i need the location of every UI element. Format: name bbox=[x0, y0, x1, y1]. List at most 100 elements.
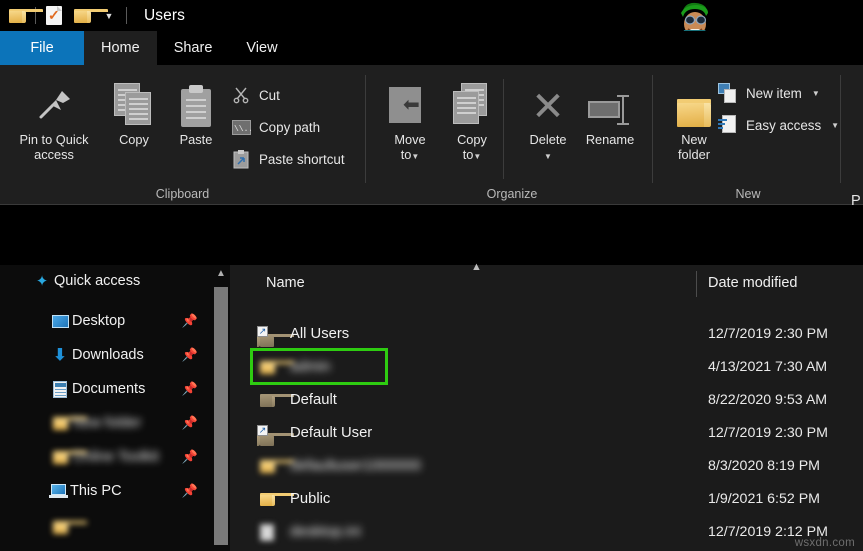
sidebar-item-downloads[interactable]: ⬇ Downloads 📌 bbox=[0, 339, 212, 371]
sidebar-item-partial[interactable] bbox=[0, 511, 212, 543]
sidebar-item-quick-access[interactable]: ✦ Quick access bbox=[0, 265, 212, 297]
sidebar-item-this-pc[interactable]: This PC 📌 bbox=[0, 475, 212, 507]
folder-icon bbox=[48, 417, 72, 430]
tab-share[interactable]: Share bbox=[157, 31, 230, 65]
column-divider[interactable] bbox=[696, 271, 697, 297]
ribbon-group-new: New folder New item ▼ Easy access ▼ New bbox=[656, 65, 840, 205]
table-row[interactable]: ↗ Default User 12/7/2019 2:30 PM bbox=[230, 416, 863, 450]
tab-file[interactable]: File bbox=[0, 31, 84, 65]
divider bbox=[365, 75, 366, 183]
file-name: desktop.ini bbox=[290, 524, 361, 540]
ribbon-group-label-new: New bbox=[656, 187, 840, 201]
file-explorer-window: ✓ ▼ Users File Home Share View bbox=[0, 0, 863, 551]
ribbon: Pin to Quick access bbox=[0, 65, 863, 205]
table-row[interactable]: defaultuser1000000 8/3/2020 8:19 PM bbox=[230, 449, 863, 483]
paste-shortcut-button[interactable]: Paste shortcut bbox=[231, 147, 345, 171]
sidebar-item-label: Documents bbox=[72, 381, 145, 397]
scissors-icon bbox=[231, 85, 251, 105]
document-icon bbox=[48, 381, 72, 398]
table-row[interactable]: ↗ All Users 12/7/2019 2:30 PM bbox=[230, 317, 863, 351]
new-item-label: New item bbox=[746, 86, 802, 101]
column-header-name[interactable]: Name bbox=[266, 275, 305, 291]
scrollbar-thumb[interactable] bbox=[214, 287, 228, 545]
paste-button[interactable]: Paste bbox=[158, 75, 234, 147]
copy-path-icon: \\.. bbox=[231, 117, 251, 137]
navigation-pane: ✦ Quick access Desktop 📌 ⬇ Downloads 📌 D… bbox=[0, 265, 212, 551]
file-name: Default bbox=[290, 392, 337, 408]
tab-home[interactable]: Home bbox=[84, 31, 157, 65]
sidebar-item-label: Desktop bbox=[72, 313, 125, 329]
ribbon-tab-bar: File Home Share View bbox=[0, 31, 863, 65]
folder-icon[interactable] bbox=[6, 5, 28, 27]
pin-icon[interactable]: 📌 bbox=[182, 313, 198, 329]
sidebar-item-redacted-1[interactable]: New folder 📌 bbox=[0, 407, 212, 439]
copy-path-button[interactable]: \\.. Copy path bbox=[231, 115, 320, 139]
address-bar: ← → ▾ ↑ ❯ This PC ❯ Local Disk (C:) ❯ Us… bbox=[0, 206, 863, 264]
ribbon-group-label-clipboard: Clipboard bbox=[0, 187, 365, 201]
divider bbox=[126, 7, 127, 24]
file-list-pane: ▲ Name Date modified ↗ All Users 12/7/20… bbox=[230, 265, 863, 551]
download-arrow-icon: ⬇ bbox=[48, 345, 72, 365]
pin-icon[interactable]: 📌 bbox=[182, 381, 198, 397]
new-folder-label-line1: New bbox=[681, 132, 707, 147]
computer-icon bbox=[46, 484, 70, 499]
file-name: All Users bbox=[290, 326, 349, 342]
delete-label: Delete bbox=[530, 132, 567, 147]
new-item-button[interactable]: New item ▼ bbox=[718, 81, 820, 105]
copy-path-label: Copy path bbox=[259, 120, 320, 135]
copy-to-label-line2: to bbox=[463, 147, 474, 162]
navigation-pane-scrollbar[interactable]: ▲ bbox=[212, 265, 230, 551]
svg-text:\\..: \\.. bbox=[234, 125, 251, 134]
divider bbox=[503, 79, 504, 179]
properties-icon[interactable]: ✓ bbox=[43, 5, 65, 27]
rename-button[interactable]: Rename bbox=[572, 75, 648, 147]
rename-label: Rename bbox=[586, 132, 634, 147]
folder-icon bbox=[260, 456, 282, 476]
table-row[interactable]: Default 8/22/2020 9:53 AM bbox=[230, 383, 863, 417]
paste-label: Paste bbox=[180, 132, 213, 147]
column-header-date-modified[interactable]: Date modified bbox=[708, 275, 797, 291]
file-name: admin bbox=[290, 359, 330, 375]
folder-shortcut-icon: ↗ bbox=[260, 423, 282, 443]
move-to-label-line2: to bbox=[401, 147, 412, 162]
easy-access-icon bbox=[718, 115, 738, 135]
chevron-down-icon[interactable]: ▼ bbox=[812, 89, 820, 98]
monitor-icon bbox=[48, 315, 72, 328]
file-date-modified: 12/7/2019 2:30 PM bbox=[708, 425, 828, 441]
file-date-modified: 8/3/2020 8:19 PM bbox=[708, 458, 820, 474]
file-date-modified: 8/22/2020 9:53 AM bbox=[708, 392, 827, 408]
copy-to-button[interactable]: Copy to▼ bbox=[434, 75, 510, 164]
easy-access-label: Easy access bbox=[746, 118, 821, 133]
pin-icon[interactable]: 📌 bbox=[182, 483, 198, 499]
copy-to-label-line1: Copy bbox=[457, 132, 487, 147]
tab-view[interactable]: View bbox=[229, 31, 294, 65]
sidebar-item-documents[interactable]: Documents 📌 bbox=[0, 373, 212, 405]
pin-label-line2: access bbox=[34, 147, 74, 162]
chevron-down-icon[interactable]: ▼ bbox=[831, 121, 839, 130]
pin-icon[interactable]: 📌 bbox=[182, 449, 198, 465]
easy-access-button[interactable]: Easy access ▼ bbox=[718, 113, 839, 137]
scroll-up-icon[interactable]: ▲ bbox=[212, 268, 230, 279]
sidebar-item-desktop[interactable]: Desktop 📌 bbox=[0, 305, 212, 337]
pin-icon[interactable]: 📌 bbox=[182, 347, 198, 363]
sidebar-item-redacted-2[interactable]: Online Toolkit 📌 bbox=[0, 441, 212, 473]
pin-icon[interactable]: 📌 bbox=[182, 415, 198, 431]
table-row[interactable]: desktop.ini 12/7/2019 2:12 PM bbox=[230, 515, 863, 549]
copy-to-icon bbox=[434, 75, 510, 127]
title-bar: ✓ ▼ Users bbox=[0, 0, 863, 31]
sidebar-item-label: This PC bbox=[70, 483, 122, 499]
paste-shortcut-icon bbox=[231, 149, 251, 169]
new-folder-label-line2: folder bbox=[678, 147, 710, 162]
move-to-label-line1: Move bbox=[394, 132, 425, 147]
file-date-modified: 12/7/2019 2:30 PM bbox=[708, 326, 828, 342]
folder-icon bbox=[260, 390, 282, 410]
sidebar-item-label: Quick access bbox=[54, 273, 140, 289]
cut-button[interactable]: Cut bbox=[231, 83, 280, 107]
table-row[interactable]: admin 4/13/2021 7:30 AM bbox=[230, 350, 863, 384]
new-item-icon bbox=[718, 83, 738, 103]
new-folder-icon[interactable] bbox=[71, 5, 93, 27]
divider bbox=[652, 75, 653, 183]
table-row[interactable]: Public 1/9/2021 6:52 PM bbox=[230, 482, 863, 516]
pin-to-quick-access-button[interactable]: Pin to Quick access bbox=[16, 75, 92, 162]
copy-label: Copy bbox=[119, 132, 149, 147]
